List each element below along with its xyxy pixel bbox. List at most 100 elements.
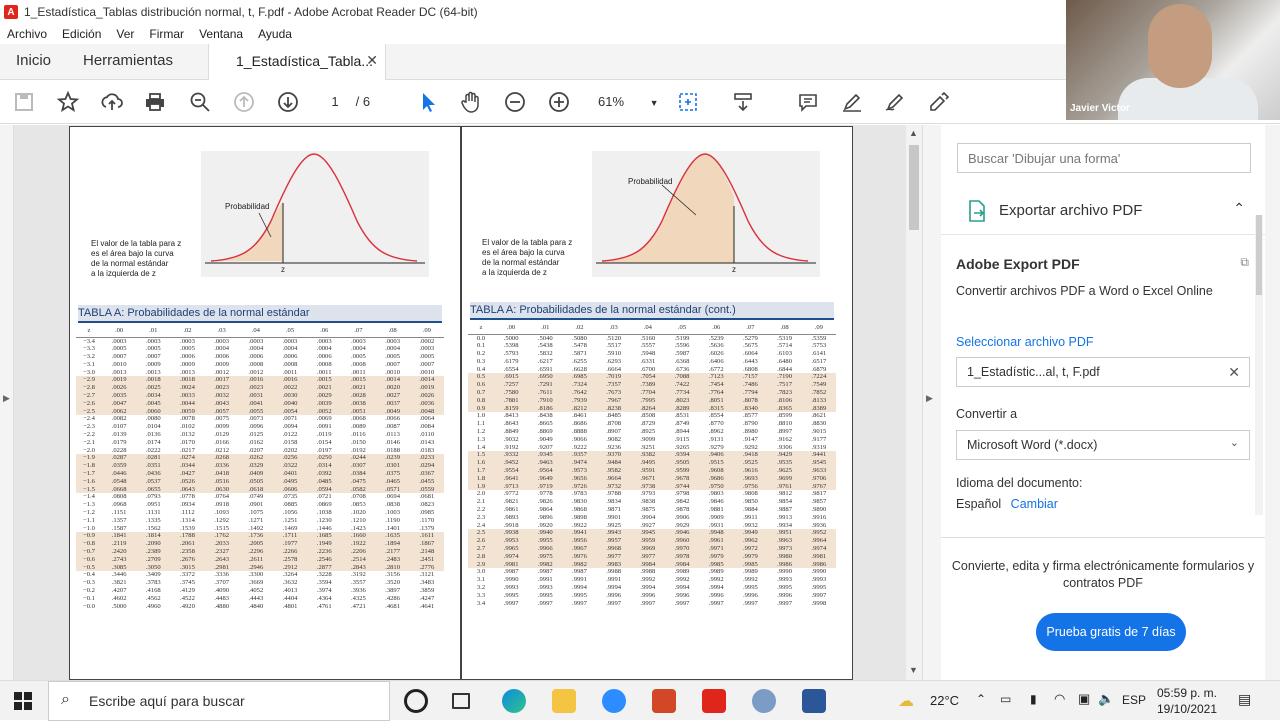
- menu-ver[interactable]: Ver: [116, 27, 134, 41]
- tab-inicio[interactable]: Inicio: [16, 52, 51, 69]
- change-language-link[interactable]: Cambiar: [1011, 497, 1058, 511]
- draw-icon[interactable]: [881, 88, 909, 116]
- table-cell: .9994: [708, 584, 724, 591]
- table-cell: .0158: [282, 438, 298, 446]
- r-app-icon[interactable]: [752, 689, 776, 713]
- cortana-icon[interactable]: [404, 689, 428, 713]
- zoom-app-icon[interactable]: [602, 689, 626, 713]
- table-cell: .1314: [180, 516, 195, 524]
- menu-edicion[interactable]: Edición: [62, 27, 101, 41]
- chevron-up-icon[interactable]: ⌃: [1233, 200, 1245, 217]
- panel-scrollbar-thumb[interactable]: [1256, 215, 1262, 295]
- clear-file-icon[interactable]: ✕: [1228, 364, 1240, 381]
- upload-icon[interactable]: [98, 88, 126, 116]
- table-cell: .0838: [385, 501, 401, 509]
- scroll-down-icon[interactable]: ▼: [909, 665, 918, 675]
- zoom-in-icon[interactable]: [545, 88, 573, 116]
- page-indicator[interactable]: 1 / 6: [322, 94, 370, 109]
- table-cell: .9982: [528, 560, 563, 569]
- export-pdf-header[interactable]: Exportar archivo PDF ⌃: [941, 187, 1265, 235]
- fit-page-icon[interactable]: [674, 88, 702, 116]
- table-cell: .5478: [572, 342, 587, 350]
- close-icon[interactable]: ✕: [366, 52, 378, 69]
- file-explorer-icon[interactable]: [552, 689, 576, 713]
- menu-ventana[interactable]: Ventana: [199, 27, 243, 41]
- prev-page-icon[interactable]: [230, 88, 258, 116]
- input-language[interactable]: ESP: [1122, 693, 1146, 707]
- table-cell: .9977: [596, 552, 631, 561]
- pdf-page-1: Probabilidad z El valor de la tabla para…: [69, 126, 461, 680]
- display-icon[interactable]: ▣: [1078, 691, 1090, 707]
- hand-tool-icon[interactable]: [457, 88, 485, 116]
- table-cell: .0548: [102, 477, 137, 486]
- table-cell: .0375: [375, 470, 410, 478]
- fill-sign-icon[interactable]: [925, 88, 953, 116]
- clock[interactable]: 05:59 p. m. 19/10/2021: [1152, 685, 1222, 717]
- table-cell: .7357: [596, 381, 631, 390]
- bookmark-star-icon[interactable]: [54, 88, 82, 116]
- tool-search-input[interactable]: Buscar 'Dibujar una forma': [957, 143, 1251, 173]
- table-cell: .5753: [811, 342, 827, 350]
- table-cell: .9955: [528, 537, 563, 546]
- select-cursor-icon[interactable]: [414, 88, 442, 116]
- table-cell: .0004: [214, 345, 230, 353]
- volume-icon[interactable]: 🔈: [1098, 691, 1114, 707]
- battery-icon[interactable]: ▮: [1030, 692, 1037, 706]
- table-row: −3.2 .0007 .0007 .0006 .0006 .0006 .0006 .0006.…: [76, 353, 444, 361]
- print-icon[interactable]: [141, 88, 169, 116]
- notifications-icon[interactable]: ▤: [1238, 691, 1251, 708]
- windows-taskbar: ⌕ Escribe aquí para buscar ☁ 22°C ⌃ ▭ ▮ …: [0, 680, 1280, 721]
- scrollbar-thumb[interactable]: [909, 145, 919, 230]
- convert-format-select[interactable]: Microsoft Word (*.docx) ⌄: [956, 430, 1250, 460]
- copy-icon[interactable]: ⧉: [1240, 255, 1249, 270]
- table-cell: .9991: [572, 576, 587, 584]
- table-cell: .6879: [811, 365, 827, 373]
- table-cell: .2810: [375, 563, 410, 572]
- menu-ayuda[interactable]: Ayuda: [258, 27, 292, 41]
- save-icon[interactable]: [10, 88, 38, 116]
- wifi-icon[interactable]: ◠: [1054, 691, 1065, 707]
- task-view-icon[interactable]: [452, 693, 470, 709]
- free-trial-button[interactable]: Prueba gratis de 7 días: [1036, 613, 1186, 651]
- page-current[interactable]: 1: [322, 94, 348, 109]
- windows-start-icon[interactable]: [14, 692, 32, 713]
- menu-firmar[interactable]: Firmar: [149, 27, 184, 41]
- scroll-mode-icon[interactable]: [729, 88, 757, 116]
- col-header: .03: [204, 325, 239, 338]
- menu-archivo[interactable]: Archivo: [7, 27, 47, 41]
- comment-icon[interactable]: [794, 88, 822, 116]
- taskbar-search-input[interactable]: ⌕ Escribe aquí para buscar: [48, 681, 390, 721]
- tab-document[interactable]: 1_Estadística_Tabla... ✕: [208, 44, 386, 81]
- table-cell: .9987: [503, 568, 519, 576]
- table-cell: .9904: [640, 513, 656, 521]
- table-cell: .0023: [204, 384, 239, 393]
- weather-temp[interactable]: 22°C: [930, 693, 959, 708]
- powerpoint-icon[interactable]: [652, 689, 676, 713]
- table-cell: .0207: [248, 446, 264, 454]
- table-cell: .0197: [316, 446, 332, 454]
- table-cell: .0102: [180, 423, 195, 431]
- table-cell: .1151: [111, 509, 127, 517]
- zoom-out-icon[interactable]: [501, 88, 529, 116]
- selected-file-field[interactable]: 1_Estadístic...al, t, F.pdf ✕: [956, 357, 1250, 387]
- table-cell: .0918: [214, 501, 230, 509]
- table-cell: .0262: [238, 454, 273, 463]
- table-cell: .9916: [811, 513, 827, 521]
- pane-collapse-icon[interactable]: ▶: [926, 393, 933, 404]
- tab-herramientas[interactable]: Herramientas: [83, 52, 173, 69]
- tray-chevron-icon[interactable]: ⌃: [976, 692, 986, 706]
- network-icon[interactable]: ▭: [1000, 692, 1011, 706]
- document-scrollbar[interactable]: ▲ ▼: [906, 125, 922, 680]
- scroll-up-icon[interactable]: ▲: [909, 128, 918, 138]
- zoom-search-icon[interactable]: [186, 88, 214, 116]
- panel-scrollbar[interactable]: [1255, 215, 1263, 515]
- next-page-icon[interactable]: [274, 88, 302, 116]
- weather-icon[interactable]: ☁: [898, 691, 914, 711]
- zoom-select[interactable]: 61% ▼: [598, 94, 659, 109]
- row-z-value: 1.8: [468, 474, 494, 483]
- highlight-pen-icon[interactable]: [838, 88, 866, 116]
- edge-icon[interactable]: [502, 689, 526, 713]
- acrobat-taskbar-icon[interactable]: [702, 689, 726, 713]
- left-pane-toggle[interactable]: ▶: [0, 125, 14, 680]
- word-icon[interactable]: [802, 689, 826, 713]
